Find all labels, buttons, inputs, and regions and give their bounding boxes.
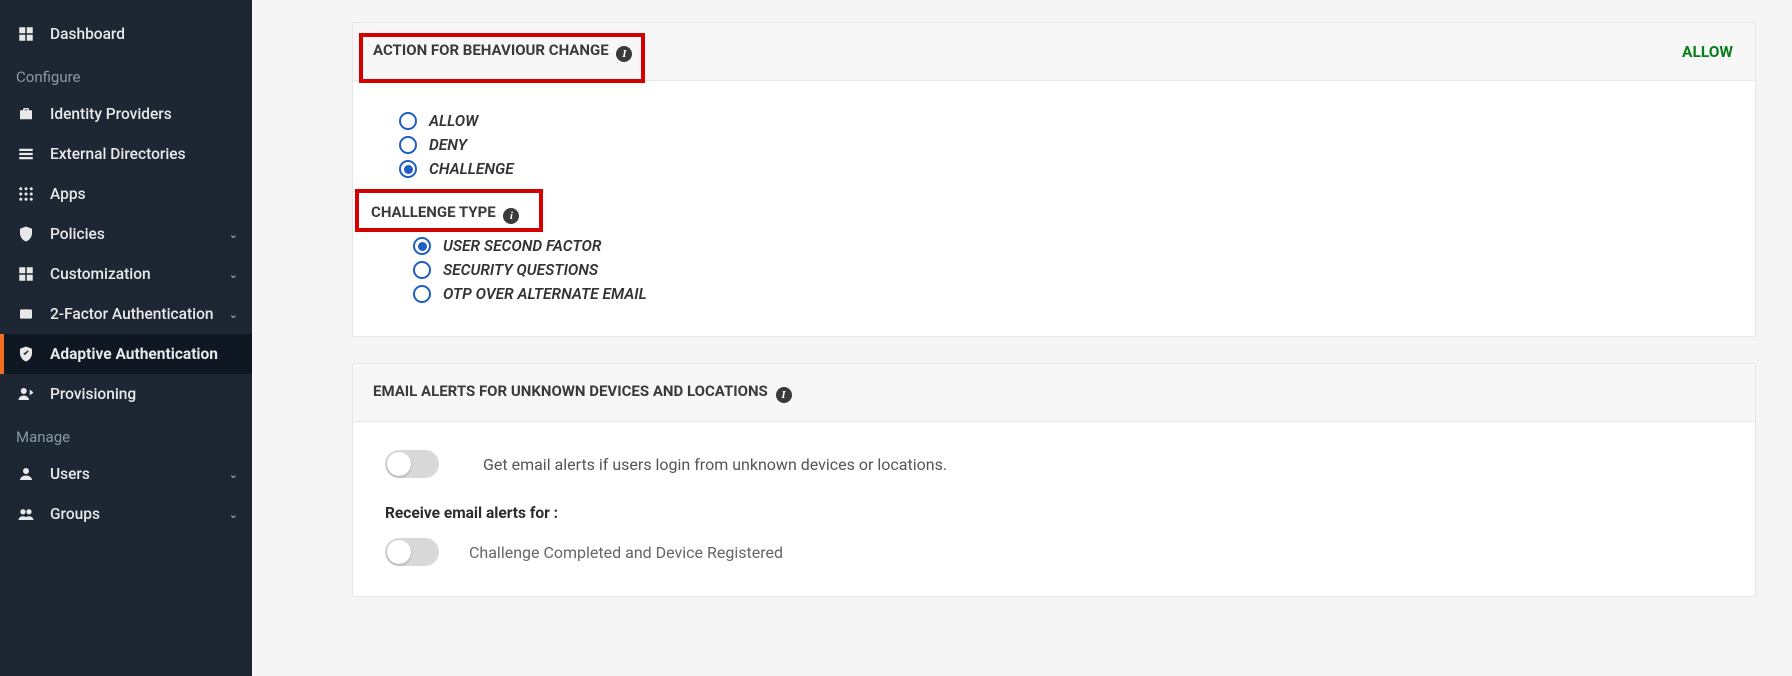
toggle-knob — [387, 452, 411, 476]
radio-icon — [413, 237, 431, 255]
challenge-type-title: CHALLENGE TYPE — [371, 203, 496, 221]
chevron-down-icon: ⌄ — [229, 308, 238, 321]
challenge-completed-toggle[interactable] — [385, 538, 439, 566]
radio-label: ALLOW — [429, 112, 478, 130]
radio-label: CHALLENGE — [429, 160, 514, 178]
email-alerts-card: EMAIL ALERTS FOR UNKNOWN DEVICES AND LOC… — [352, 363, 1756, 597]
radio-icon — [399, 112, 417, 130]
sidebar-section-configure: Configure — [0, 60, 252, 94]
radio-label: SECURITY QUESTIONS — [443, 261, 598, 279]
sidebar-item-policies[interactable]: Policies ⌄ — [0, 214, 252, 254]
radio-security-questions[interactable]: SECURITY QUESTIONS — [413, 258, 1733, 282]
briefcase-icon — [16, 104, 36, 124]
radio-icon — [399, 160, 417, 178]
main-content: ACTION FOR BEHAVIOUR CHANGE i ALLOW ALLO… — [252, 0, 1792, 676]
radio-deny[interactable]: DENY — [399, 133, 1733, 157]
chevron-down-icon: ⌄ — [229, 268, 238, 281]
shield-check-icon — [16, 344, 36, 364]
chevron-down-icon: ⌄ — [229, 508, 238, 521]
sidebar-item-label: Groups — [50, 505, 100, 523]
puzzle-icon — [16, 264, 36, 284]
sidebar-item-customization[interactable]: Customization ⌄ — [0, 254, 252, 294]
radio-allow[interactable]: ALLOW — [399, 109, 1733, 133]
alerts-description: Get email alerts if users login from unk… — [483, 455, 947, 474]
sidebar-item-dashboard[interactable]: Dashboard — [0, 14, 252, 54]
alert-option-label: Challenge Completed and Device Registere… — [469, 543, 783, 562]
sidebar-item-external-directories[interactable]: External Directories — [0, 134, 252, 174]
radio-otp-email[interactable]: OTP OVER ALTERNATE EMAIL — [413, 282, 1733, 306]
sidebar-item-label: Apps — [50, 185, 86, 203]
sidebar-item-two-factor[interactable]: 2-Factor Authentication ⌄ — [0, 294, 252, 334]
challenge-type-heading: CHALLENGE TYPE i — [371, 203, 521, 224]
action-card-header: ACTION FOR BEHAVIOUR CHANGE i ALLOW — [353, 23, 1755, 81]
sidebar-item-label: Identity Providers — [50, 105, 172, 123]
sidebar-item-label: Users — [50, 465, 90, 483]
chevron-down-icon: ⌄ — [229, 468, 238, 481]
info-icon[interactable]: i — [503, 208, 519, 224]
radio-label: USER SECOND FACTOR — [443, 237, 601, 255]
radio-icon — [413, 261, 431, 279]
sidebar-item-groups[interactable]: Groups ⌄ — [0, 494, 252, 534]
sidebar-item-provisioning[interactable]: Provisioning — [0, 374, 252, 414]
info-icon[interactable]: i — [616, 46, 632, 62]
sidebar-item-label: Policies — [50, 225, 105, 243]
radio-icon — [413, 285, 431, 303]
action-behaviour-card: ACTION FOR BEHAVIOUR CHANGE i ALLOW ALLO… — [352, 22, 1756, 337]
sidebar-item-label: Adaptive Authentication — [50, 345, 218, 363]
user-icon — [16, 464, 36, 484]
sidebar-item-users[interactable]: Users ⌄ — [0, 454, 252, 494]
sidebar-item-label: Provisioning — [50, 385, 136, 403]
grid-icon — [16, 184, 36, 204]
shield-icon — [16, 224, 36, 244]
info-icon[interactable]: i — [776, 387, 792, 403]
sidebar-item-label: Dashboard — [50, 25, 125, 43]
email-alerts-toggle[interactable] — [385, 450, 439, 478]
sidebar-item-label: 2-Factor Authentication — [50, 305, 214, 323]
keypad-icon — [16, 304, 36, 324]
sidebar-item-label: Customization — [50, 265, 151, 283]
toggle-knob — [387, 540, 411, 564]
provisioning-icon — [16, 384, 36, 404]
radio-challenge[interactable]: CHALLENGE — [399, 157, 1733, 181]
sidebar-item-identity-providers[interactable]: Identity Providers — [0, 94, 252, 134]
radio-second-factor[interactable]: USER SECOND FACTOR — [413, 234, 1733, 258]
chevron-down-icon: ⌄ — [229, 228, 238, 241]
radio-label: DENY — [429, 136, 467, 154]
group-icon — [16, 504, 36, 524]
sidebar-item-apps[interactable]: Apps — [0, 174, 252, 214]
receive-alerts-heading: Receive email alerts for : — [385, 504, 1733, 522]
sidebar-section-manage: Manage — [0, 420, 252, 454]
radio-label: OTP OVER ALTERNATE EMAIL — [443, 285, 647, 303]
alerts-card-header: EMAIL ALERTS FOR UNKNOWN DEVICES AND LOC… — [353, 364, 1755, 422]
action-card-title: ACTION FOR BEHAVIOUR CHANGE — [373, 41, 609, 59]
alerts-card-body: Get email alerts if users login from unk… — [353, 422, 1755, 596]
dashboard-icon — [16, 24, 36, 44]
action-status-badge: ALLOW — [1682, 43, 1733, 61]
action-card-body: ALLOW DENY CHALLENGE CHALLENGE TYPE i — [353, 81, 1755, 336]
list-icon — [16, 144, 36, 164]
sidebar: Dashboard Configure Identity Providers E… — [0, 0, 252, 676]
sidebar-item-label: External Directories — [50, 145, 186, 163]
alerts-card-title: EMAIL ALERTS FOR UNKNOWN DEVICES AND LOC… — [373, 382, 768, 400]
radio-icon — [399, 136, 417, 154]
sidebar-item-adaptive-authentication[interactable]: Adaptive Authentication — [0, 334, 252, 374]
